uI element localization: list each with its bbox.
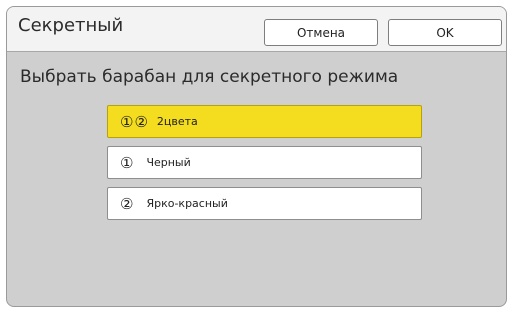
cancel-button[interactable]: Отмена [264,19,378,46]
ok-button[interactable]: OK [388,19,502,46]
option-label: Черный [146,156,191,169]
option-bright-red[interactable]: ② Ярко-красный [107,187,422,220]
option-black[interactable]: ① Черный [107,146,422,179]
prompt-text: Выбрать барабан для секретного режима [20,67,399,87]
drum-1-icon: ① [120,153,135,172]
option-label: Ярко-красный [146,197,228,210]
drum-1-2-icon: ①② [120,112,149,131]
option-two-colors[interactable]: ①② 2цвета [107,105,422,138]
dialog-window: Секретный Отмена OK Выбрать барабан для … [6,6,507,307]
option-label: 2цвета [156,115,198,128]
dialog-title: Секретный [18,15,124,36]
drum-option-list: ①② 2цвета ① Черный ② Ярко-красный [107,105,422,228]
title-bar: Секретный Отмена OK [7,7,506,52]
drum-2-icon: ② [120,194,135,213]
